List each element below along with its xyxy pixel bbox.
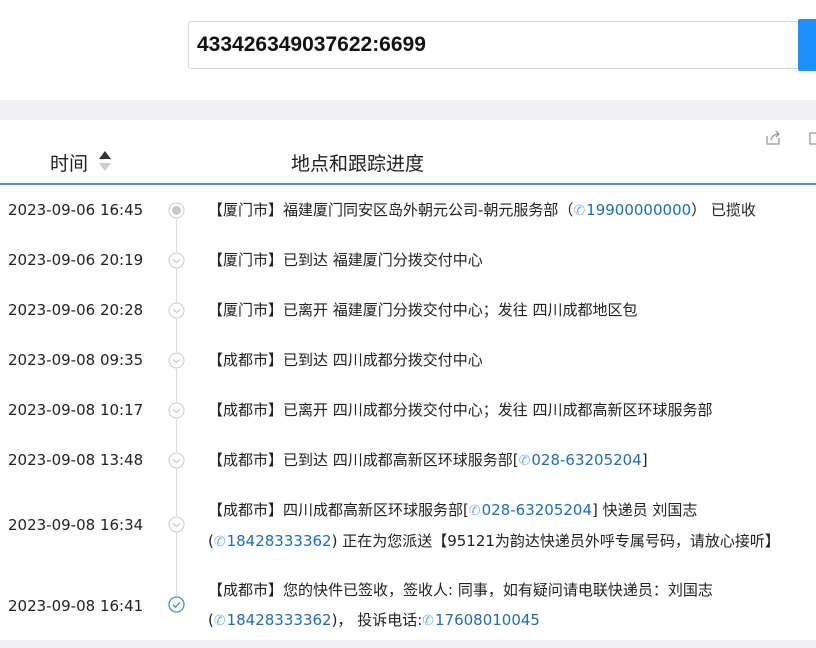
event-city: 【厦门市】 bbox=[208, 251, 284, 269]
event-city: 【成都市】 bbox=[208, 351, 284, 369]
phone-icon: ✆ bbox=[422, 613, 434, 629]
event-city: 【成都市】 bbox=[208, 451, 284, 469]
chevron-down-icon bbox=[168, 402, 185, 419]
event-description: 【厦门市】已到达 福建厦门分拨交付中心 bbox=[208, 245, 814, 275]
phone-link[interactable]: 19900000000 bbox=[586, 201, 691, 219]
event-text-after: ） 已揽收 bbox=[691, 201, 756, 219]
courier-phone-link[interactable]: 18428333362 bbox=[227, 532, 332, 550]
phone-icon: ✆ bbox=[573, 203, 586, 219]
event-description: 【成都市】四川成都高新区环球服务部[✆028-63205204] 快递员 刘国志… bbox=[208, 495, 814, 557]
event-text: 已到达 四川成都分拨交付中心 bbox=[283, 351, 483, 369]
sort-icon[interactable] bbox=[97, 150, 113, 176]
event-text-line2: ) 正在为您派送【95121为韵达快递员外呼专属号码，请放心接听】 bbox=[331, 532, 780, 550]
event-city: 【厦门市】 bbox=[208, 201, 284, 219]
table-header: 时间 地点和跟踪进度 bbox=[0, 120, 816, 184]
event-text-after: ] bbox=[641, 451, 648, 469]
event-text-line2: )， 投诉电话: bbox=[331, 611, 423, 629]
event-time: 2023-09-08 09:35 bbox=[8, 351, 144, 369]
header-underline bbox=[0, 183, 816, 185]
chevron-down-icon bbox=[168, 352, 185, 369]
complaint-phone-link[interactable]: 17608010045 bbox=[435, 611, 540, 629]
event-text: 四川成都高新区环球服务部[ bbox=[283, 501, 469, 519]
event-description: 【厦门市】已离开 福建厦门分拨交付中心；发往 四川成都地区包 bbox=[208, 295, 814, 325]
event-city: 【成都市】 bbox=[208, 501, 284, 519]
search-area bbox=[0, 0, 816, 100]
event-description: 【成都市】已到达 四川成都分拨交付中心 bbox=[208, 345, 814, 375]
time-column-header[interactable]: 时间 bbox=[50, 149, 88, 176]
event-time: 2023-09-06 20:28 bbox=[8, 301, 144, 319]
chevron-down-icon bbox=[168, 452, 185, 469]
event-description: 【成都市】已离开 四川成都分拨交付中心；发往 四川成都高新区环球服务部 bbox=[208, 395, 814, 425]
divider-band bbox=[0, 100, 816, 120]
event-text: 已离开 四川成都分拨交付中心；发往 四川成都高新区环球服务部 bbox=[283, 401, 713, 419]
event-time: 2023-09-08 16:34 bbox=[8, 516, 144, 534]
event-text: 福建厦门同安区岛外朝元公司-朝元服务部（ bbox=[283, 201, 574, 219]
collected-dot-icon bbox=[168, 202, 185, 219]
bottom-band bbox=[0, 640, 816, 648]
check-circle-icon bbox=[168, 596, 185, 613]
event-text: 已到达 福建厦门分拨交付中心 bbox=[283, 251, 483, 269]
event-city: 【成都市】 bbox=[208, 581, 284, 599]
phone-icon: ✆ bbox=[213, 534, 226, 550]
phone-icon: ✆ bbox=[518, 453, 531, 469]
event-time: 2023-09-06 20:19 bbox=[8, 251, 144, 269]
courier-phone-link[interactable]: 18428333362 bbox=[227, 611, 332, 629]
event-description-line2: (✆18428333362) 正在为您派送【95121为韵达快递员外呼专属号码，… bbox=[208, 526, 814, 557]
event-description: 【成都市】您的快件已签收，签收人: 同事，如有疑问请电联快递员：刘国志 (✆18… bbox=[208, 575, 814, 636]
phone-link[interactable]: 028-63205204 bbox=[482, 501, 592, 519]
event-description: 【厦门市】福建厦门同安区岛外朝元公司-朝元服务部（✆19900000000） 已… bbox=[208, 195, 814, 226]
event-city: 【厦门市】 bbox=[208, 301, 284, 319]
event-description-line2: (✆18428333362)， 投诉电话:✆17608010045 bbox=[208, 605, 814, 636]
paren-open: ( bbox=[208, 611, 214, 629]
phone-icon: ✆ bbox=[213, 613, 226, 629]
location-column-header: 地点和跟踪进度 bbox=[291, 153, 425, 175]
event-time: 2023-09-08 13:48 bbox=[8, 451, 144, 469]
event-text: 您的快件已签收，签收人: 同事，如有疑问请电联快递员：刘国志 bbox=[283, 581, 713, 599]
event-description: 【成都市】已到达 四川成都高新区环球服务部[✆028-63205204] bbox=[208, 445, 814, 476]
event-city: 【成都市】 bbox=[208, 401, 284, 419]
event-time: 2023-09-08 10:17 bbox=[8, 401, 144, 419]
tracking-number-input[interactable] bbox=[188, 21, 800, 69]
event-text-after: ] 快递员 刘国志 bbox=[592, 501, 698, 519]
event-text: 已离开 福建厦门分拨交付中心；发往 四川成都地区包 bbox=[283, 301, 638, 319]
phone-icon: ✆ bbox=[468, 503, 481, 519]
chevron-down-icon bbox=[168, 302, 185, 319]
chevron-down-icon bbox=[168, 252, 185, 269]
paren-open: ( bbox=[208, 532, 214, 550]
phone-link[interactable]: 028-63205204 bbox=[531, 451, 641, 469]
chevron-down-icon bbox=[168, 516, 185, 533]
event-time: 2023-09-08 16:41 bbox=[8, 597, 144, 615]
event-time: 2023-09-06 16:45 bbox=[8, 201, 144, 219]
event-text: 已到达 四川成都高新区环球服务部[ bbox=[283, 451, 519, 469]
search-button[interactable] bbox=[798, 19, 816, 71]
